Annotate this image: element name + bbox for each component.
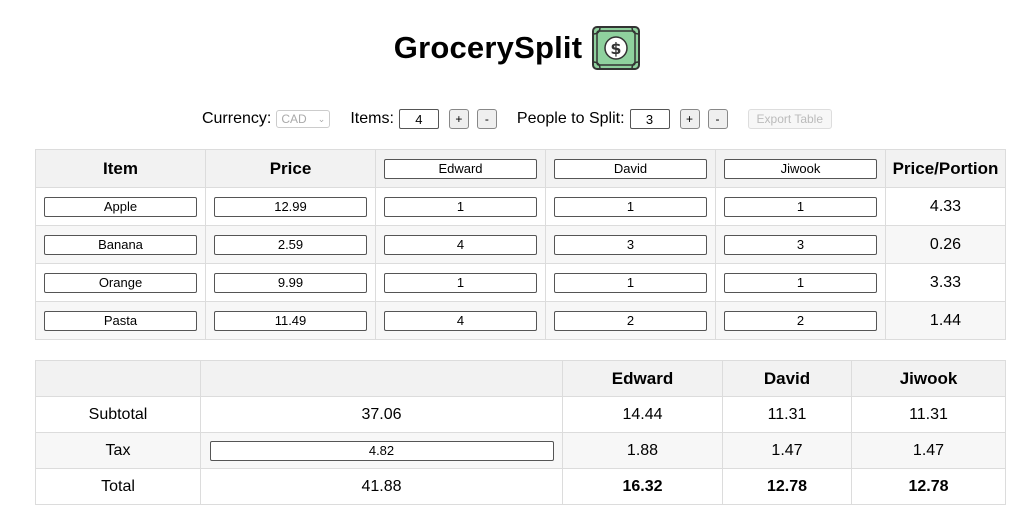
total-value: 41.88 [200, 468, 563, 505]
currency-value: CAD [281, 112, 307, 126]
portion-input[interactable]: 3 [724, 234, 877, 255]
portion-input[interactable]: 4 [384, 234, 537, 255]
person-tax: 1.47 [722, 432, 852, 469]
person-total-header: Edward [562, 360, 723, 397]
add-item-button[interactable]: + [448, 109, 469, 129]
person-name-input[interactable]: David [554, 158, 707, 179]
subtotal-label: Subtotal [35, 396, 201, 433]
currency-label: Currency: [201, 110, 272, 127]
total-label: Total [35, 468, 201, 505]
summary-blank-header [35, 360, 201, 397]
person-total: 12.78 [851, 468, 1006, 505]
price-per-portion: 3.33 [885, 263, 1006, 302]
items-table: Item Price Edward David Jiwook Price/Por… [35, 149, 1006, 340]
portion-input[interactable]: 4 [384, 310, 537, 331]
item-price-input[interactable]: 9.99 [214, 272, 367, 293]
person-tax: 1.47 [851, 432, 1006, 469]
person-total-header: David [722, 360, 852, 397]
remove-person-button[interactable]: - [707, 109, 728, 129]
table-row: Banana 2.59 4 3 3 0.26 [35, 225, 1006, 264]
item-name-input[interactable]: Orange [44, 272, 197, 293]
person-total-header: Jiwook [851, 360, 1006, 397]
price-column-header: Price [205, 149, 376, 188]
summary-blank-header [200, 360, 563, 397]
person-tax: 1.88 [562, 432, 723, 469]
money-bill-icon: $ [592, 26, 641, 70]
table-row: Orange 9.99 1 1 1 3.33 [35, 263, 1006, 302]
tax-input[interactable]: 4.82 [209, 440, 554, 461]
item-price-input[interactable]: 12.99 [214, 196, 367, 217]
summary-header-row: Edward David Jiwook [35, 360, 1006, 397]
table-row: Pasta 11.49 4 2 2 1.44 [35, 301, 1006, 340]
table-row: Apple 12.99 1 1 1 4.33 [35, 187, 1006, 226]
tax-label: Tax [35, 432, 201, 469]
person-total: 16.32 [562, 468, 723, 505]
items-header-row: Item Price Edward David Jiwook Price/Por… [35, 149, 1006, 188]
add-person-button[interactable]: + [679, 109, 700, 129]
person-subtotal: 11.31 [722, 396, 852, 433]
item-name-input[interactable]: Pasta [44, 310, 197, 331]
person-subtotal: 11.31 [851, 396, 1006, 433]
portion-input[interactable]: 1 [554, 272, 707, 293]
currency-select[interactable]: CAD ⌄ [276, 110, 331, 128]
app-header: GrocerySplit $ [0, 22, 1034, 74]
portion-input[interactable]: 1 [384, 272, 537, 293]
person-name-input[interactable]: Edward [384, 158, 537, 179]
portion-input[interactable]: 3 [554, 234, 707, 255]
controls-bar: Currency: CAD ⌄ Items: 4 + - People to S… [0, 107, 1034, 131]
summary-table: Edward David Jiwook Subtotal 37.06 14.44… [35, 360, 1006, 505]
item-price-input[interactable]: 11.49 [214, 310, 367, 331]
item-name-input[interactable]: Banana [44, 234, 197, 255]
portion-input[interactable]: 1 [554, 196, 707, 217]
total-row: Total 41.88 16.32 12.78 12.78 [35, 468, 1006, 505]
portion-input[interactable]: 2 [724, 310, 877, 331]
chevron-down-icon: ⌄ [317, 113, 326, 124]
item-name-input[interactable]: Apple [44, 196, 197, 217]
person-subtotal: 14.44 [562, 396, 723, 433]
subtotal-value: 37.06 [200, 396, 563, 433]
price-per-portion: 4.33 [885, 187, 1006, 226]
item-column-header: Item [35, 149, 206, 188]
item-price-input[interactable]: 2.59 [214, 234, 367, 255]
remove-item-button[interactable]: - [476, 109, 497, 129]
app-title: GrocerySplit [393, 30, 583, 65]
person-total: 12.78 [722, 468, 852, 505]
export-table-button[interactable]: Export Table [747, 109, 833, 129]
person-column-header: Edward [375, 149, 546, 188]
people-label: People to Split: [516, 110, 625, 127]
price-portion-column-header: Price/Portion [885, 149, 1006, 188]
items-label: Items: [350, 110, 394, 127]
portion-input[interactable]: 1 [724, 196, 877, 217]
price-per-portion: 1.44 [885, 301, 1006, 340]
subtotal-row: Subtotal 37.06 14.44 11.31 11.31 [35, 396, 1006, 433]
tax-row: Tax 4.82 1.88 1.47 1.47 [35, 432, 1006, 469]
items-count-input[interactable]: 4 [398, 109, 439, 129]
portion-input[interactable]: 1 [384, 196, 537, 217]
person-column-header: David [545, 149, 716, 188]
portion-input[interactable]: 1 [724, 272, 877, 293]
people-count-input[interactable]: 3 [629, 109, 670, 129]
person-column-header: Jiwook [715, 149, 886, 188]
price-per-portion: 0.26 [885, 225, 1006, 264]
portion-input[interactable]: 2 [554, 310, 707, 331]
svg-text:$: $ [611, 39, 622, 58]
person-name-input[interactable]: Jiwook [724, 158, 877, 179]
